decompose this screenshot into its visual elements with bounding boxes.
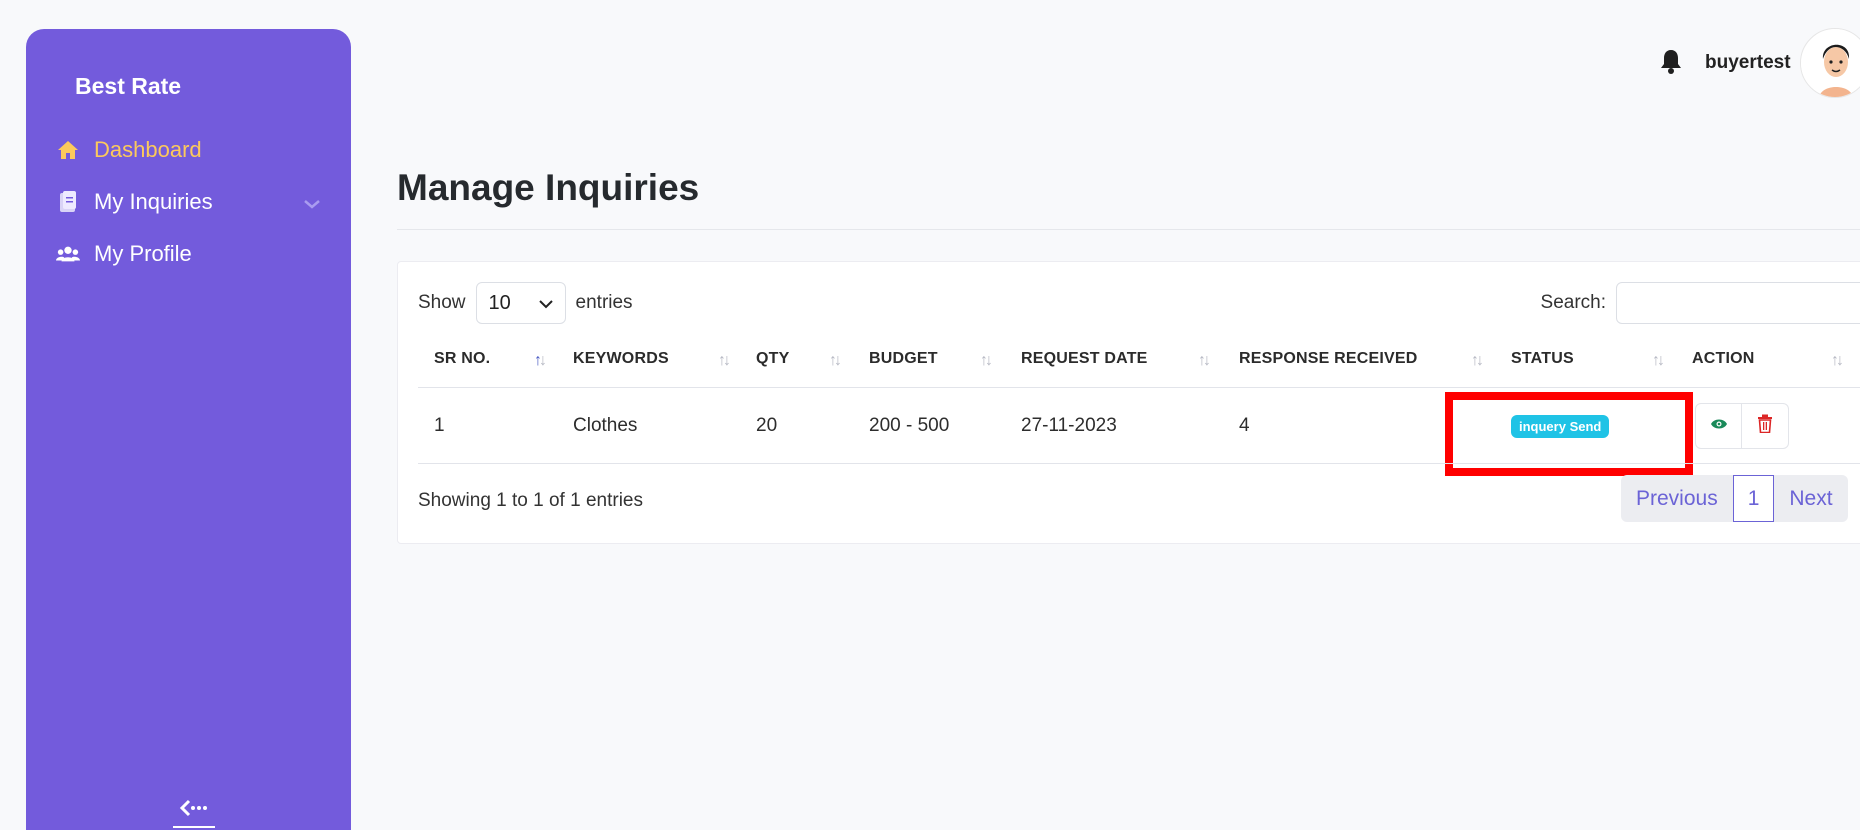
home-icon: [56, 138, 80, 162]
document-icon: [56, 190, 80, 214]
brand-logo-text[interactable]: Best Rate: [75, 73, 181, 100]
search-input[interactable]: [1616, 282, 1860, 324]
show-label: Show: [418, 292, 466, 313]
cell-response-received: 4: [1239, 415, 1250, 436]
divider: [418, 463, 1860, 464]
chevron-down-icon: [538, 292, 553, 315]
pagination: Previous 1 Next: [1621, 475, 1848, 522]
sidebar-item-label: My Profile: [94, 241, 192, 266]
column-header-budget[interactable]: BUDGET: [869, 350, 938, 368]
cell-budget: 200 - 500: [869, 415, 950, 436]
page-1-button[interactable]: 1: [1732, 475, 1775, 522]
length-control: Show 10 entries: [418, 282, 633, 324]
cell-request-date: 27-11-2023: [1021, 415, 1117, 436]
sort-icon[interactable]: ↑↓: [980, 352, 993, 370]
divider: [397, 229, 1860, 230]
eye-icon: [1710, 417, 1728, 435]
cell-keywords: Clothes: [573, 415, 638, 436]
column-header-sr-no[interactable]: SR NO.: [434, 350, 490, 368]
table-info: Showing 1 to 1 of 1 entries: [418, 490, 643, 511]
column-header-response-received[interactable]: RESPONSE RECEIVED: [1239, 350, 1418, 368]
sort-icon[interactable]: ↑↓: [1198, 352, 1211, 370]
previous-page-button[interactable]: Previous: [1621, 475, 1733, 522]
cell-sr-no: 1: [434, 415, 445, 436]
next-page-button[interactable]: Next: [1774, 475, 1847, 522]
column-header-qty[interactable]: QTY: [756, 350, 790, 368]
sort-icon[interactable]: ↑↓: [534, 352, 547, 370]
page-title: Manage Inquiries: [397, 167, 700, 208]
column-header-request-date[interactable]: REQUEST DATE: [1021, 350, 1148, 368]
column-header-status[interactable]: STATUS: [1511, 350, 1574, 368]
sidebar-item-my-profile[interactable]: My Profile: [56, 236, 321, 272]
avatar[interactable]: [1800, 28, 1860, 98]
sort-icon[interactable]: ↑↓: [829, 352, 842, 370]
column-header-action[interactable]: ACTION: [1692, 350, 1755, 368]
view-button[interactable]: [1695, 403, 1742, 449]
length-value: 10: [488, 291, 511, 314]
sort-icon[interactable]: ↑↓: [1471, 352, 1484, 370]
sidebar-item-label: My Inquiries: [94, 189, 213, 214]
sort-icon[interactable]: ↑↓: [1831, 352, 1844, 370]
cell-qty: 20: [756, 415, 778, 436]
search-label: Search:: [1540, 292, 1606, 313]
divider: [418, 387, 1860, 388]
search-control: Search:: [1541, 282, 1860, 324]
collapse-sidebar-button[interactable]: [172, 799, 216, 829]
entries-length-select[interactable]: 10: [475, 282, 566, 324]
collapse-underline: [173, 826, 215, 828]
entries-label: entries: [575, 292, 633, 313]
inquiries-table-card: Show 10 entries Search: SR NO. ↑↓ KEYWOR…: [397, 261, 1860, 544]
sort-icon[interactable]: ↑↓: [1652, 352, 1665, 370]
bell-icon[interactable]: [1660, 48, 1684, 74]
column-header-keywords[interactable]: KEYWORDS: [573, 350, 669, 368]
row-actions: [1695, 403, 1789, 449]
sidebar-item-label: Dashboard: [94, 137, 202, 162]
delete-button[interactable]: [1742, 403, 1789, 449]
collapse-icon: [179, 799, 209, 822]
sidebar-item-dashboard[interactable]: Dashboard: [56, 132, 321, 168]
sidebar-item-my-inquiries[interactable]: My Inquiries: [56, 184, 321, 220]
users-icon: [56, 242, 80, 266]
sort-icon[interactable]: ↑↓: [718, 352, 731, 370]
chevron-down-icon[interactable]: [303, 190, 321, 216]
trash-icon: [1757, 414, 1773, 438]
username-label[interactable]: buyertest: [1705, 52, 1791, 74]
sidebar: Best Rate Dashboard My Inquiries My Prof…: [26, 29, 351, 830]
